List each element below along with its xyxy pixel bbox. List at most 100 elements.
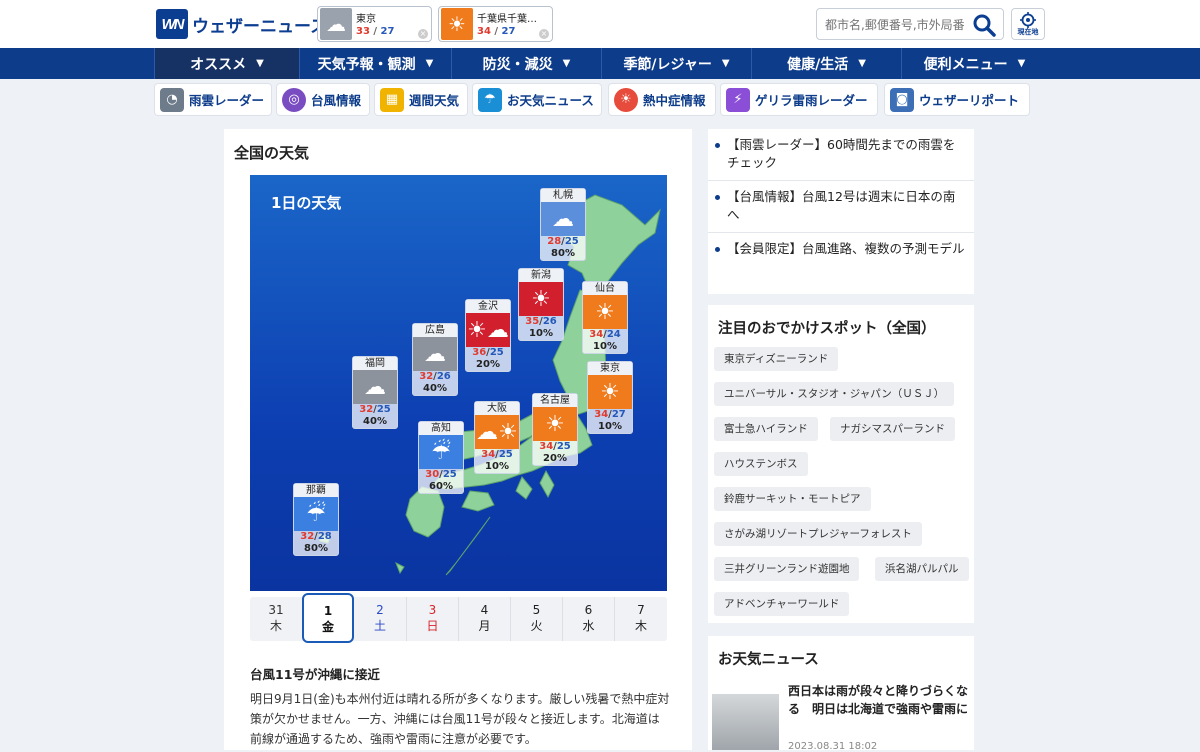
news-link[interactable]: 【台風情報】台風12号は週末に日本の南へ xyxy=(708,181,974,233)
city-naha[interactable]: 那覇 ☔ 32/28 80% xyxy=(293,483,339,556)
tool-weather-report[interactable]: ◙ ウェザーリポート xyxy=(884,83,1030,116)
day-tab[interactable]: 4月 xyxy=(458,597,510,641)
tool-rain-radar[interactable]: ◔ 雨雲レーダー xyxy=(154,83,272,116)
precip-prob: 80% xyxy=(304,543,328,554)
precip-prob: 10% xyxy=(529,328,553,339)
city-name: 大阪 xyxy=(475,402,519,415)
spot-tag[interactable]: 三井グリーンランド遊園地 xyxy=(714,557,860,581)
nav-label: 健康/生活 xyxy=(787,56,849,73)
tool-heatstroke[interactable]: ☀ 熱中症情報 xyxy=(608,83,716,116)
section-title: 全国の天気 xyxy=(234,144,310,162)
rain-radar-icon: ◔ xyxy=(160,87,184,112)
caret-down-icon: ▼ xyxy=(721,58,730,69)
day-tab-selected[interactable]: 1金 xyxy=(302,593,354,643)
spot-tag[interactable]: さがみ湖リゾートプレジャーフォレスト xyxy=(714,522,922,546)
city-sendai[interactable]: 仙台 ☀ 34/24 10% xyxy=(582,281,628,354)
weather-card-name: 東京 xyxy=(356,14,376,25)
sun-icon: ☀ xyxy=(441,8,473,40)
spot-tag[interactable]: アドベンチャーワールド xyxy=(714,592,850,616)
weather-card-tokyo[interactable]: ☁ 東京 33 / 27 × xyxy=(317,6,432,42)
nav-item-recommend[interactable]: オススメ ▼ xyxy=(154,48,299,79)
day-tab[interactable]: 7木 xyxy=(614,597,667,641)
caret-down-icon: ▼ xyxy=(858,58,866,69)
nav-item-disaster[interactable]: 防災・減災 ▼ xyxy=(451,48,601,79)
nav-label: オススメ xyxy=(190,56,247,73)
news-link-text: 【雨雲レーダー】60時間先までの雨雲をチェック xyxy=(727,137,956,170)
news-link[interactable]: 【雨雲レーダー】60時間先までの雨雲をチェック xyxy=(708,129,974,181)
current-location-label: 現在地 xyxy=(1017,28,1039,36)
city-name: 広島 xyxy=(413,324,457,337)
city-tokyo[interactable]: 東京 ☀ 34/27 10% xyxy=(587,361,633,434)
day-tab[interactable]: 5火 xyxy=(510,597,562,641)
tool-thunder[interactable]: ⚡ ゲリラ雷雨レーダー xyxy=(720,83,878,116)
sun-icon: ☀ xyxy=(583,295,627,329)
nav-label: 便利メニュー xyxy=(923,56,1008,73)
precip-prob: 20% xyxy=(476,359,500,370)
tool-news[interactable]: ☂ お天気ニュース xyxy=(472,83,602,116)
nav-item-health[interactable]: 健康/生活 ▼ xyxy=(751,48,901,79)
tool-shortcuts: ◔ 雨雲レーダー ◎ 台風情報 ▦ 週間天気 ☂ お天気ニュース ☀ 熱中症情報 ⚡ ゲリラ… xyxy=(0,79,1200,121)
outing-spots-panel: 注目のおでかけスポット（全国） 東京ディズニーランド ユニバーサル・スタジオ・ジ… xyxy=(708,305,974,623)
day-tab[interactable]: 3日 xyxy=(406,597,458,641)
caret-down-icon: ▼ xyxy=(425,58,434,69)
city-name: 東京 xyxy=(588,362,632,375)
precip-prob: 10% xyxy=(598,421,622,432)
national-weather-panel: 全国の天気 1日の天気 札幌 ☁ 28/25 80% 新潟 ☀ 35/26 10… xyxy=(224,129,692,750)
tool-label: 雨雲レーダー xyxy=(189,93,265,108)
nav-item-tools[interactable]: 便利メニュー ▼ xyxy=(901,48,1047,79)
spot-tag[interactable]: ユニバーサル・スタジオ・ジャパン（ＵＳＪ） xyxy=(714,382,955,406)
forecast-headline: 台風11号が沖縄に接近 xyxy=(250,667,380,682)
spots-title: 注目のおでかけスポット（全国） xyxy=(718,321,936,337)
city-fukuoka[interactable]: 福岡 ☁ 32/25 40% xyxy=(352,356,398,429)
search-input[interactable] xyxy=(825,15,970,35)
city-name: 高知 xyxy=(419,422,463,435)
precip-prob: 10% xyxy=(485,461,509,472)
remove-card-icon[interactable]: × xyxy=(418,29,428,39)
day-tab[interactable]: 6水 xyxy=(562,597,614,641)
nav-item-forecast[interactable]: 天気予報・観測 ▼ xyxy=(299,48,451,79)
spot-tag[interactable]: 鈴鹿サーキット・モートピア xyxy=(714,487,871,511)
nav-item-season[interactable]: 季節/レジャー ▼ xyxy=(601,48,751,79)
precip-prob: 40% xyxy=(363,416,387,427)
city-hiroshima[interactable]: 広島 ☁ 32/26 40% xyxy=(412,323,458,396)
spot-tag[interactable]: 東京ディズニーランド xyxy=(714,347,839,371)
day-tab[interactable]: 2土 xyxy=(354,597,406,641)
tool-typhoon[interactable]: ◎ 台風情報 xyxy=(276,83,370,116)
caret-down-icon: ▼ xyxy=(1017,58,1026,69)
city-name: 那覇 xyxy=(294,484,338,497)
main-nav: オススメ ▼ 天気予報・観測 ▼ 防災・減災 ▼ 季節/レジャー ▼ 健康/生活 ▼ 便利… xyxy=(0,48,1200,79)
day-selector: 31 木 1金 2土 3日 4月 5火 6水 7木 xyxy=(250,593,667,643)
city-kanazawa[interactable]: 金沢 ☀☁ 36/25 20% xyxy=(465,299,511,372)
remove-card-icon[interactable]: × xyxy=(539,29,549,39)
search-icon[interactable] xyxy=(971,12,997,38)
city-name: 札幌 xyxy=(541,189,585,202)
news-icon: ☂ xyxy=(478,87,502,112)
tool-label: 熱中症情報 xyxy=(643,93,706,108)
city-kochi[interactable]: 高知 ☔ 30/25 60% xyxy=(418,421,464,494)
news-link[interactable]: 【会員限定】台風進路、複数の予測モデル xyxy=(708,233,974,266)
sun-icon: ☀ xyxy=(519,282,563,316)
city-name: 新潟 xyxy=(519,269,563,282)
news-item-title[interactable]: 西日本は雨が段々と降りづらくなる 明日は北海道で強雨や雷雨に xyxy=(788,682,968,718)
city-nagoya[interactable]: 名古屋 ☀ 34/25 20% xyxy=(532,393,578,466)
tool-weekly[interactable]: ▦ 週間天気 xyxy=(374,83,468,116)
current-location-button[interactable]: 現在地 xyxy=(1011,8,1045,40)
calendar-icon: ▦ xyxy=(380,87,404,112)
spot-tag[interactable]: 浜名湖パルパル xyxy=(875,557,969,581)
spot-tag[interactable]: 富士急ハイランド xyxy=(714,417,818,441)
cloud-icon: ☁ xyxy=(353,370,397,404)
weather-news-title: お天気ニュース xyxy=(718,652,819,668)
day-tab[interactable]: 31 木 xyxy=(250,597,302,641)
precip-prob: 60% xyxy=(429,481,453,492)
cloud-sun-icon: ☁☀ xyxy=(475,415,519,449)
spot-tag[interactable]: ハウステンボス xyxy=(714,452,808,476)
weather-map[interactable]: 1日の天気 札幌 ☁ 28/25 80% 新潟 ☀ 35/26 10% 金沢 ☀… xyxy=(250,175,667,591)
spot-tag[interactable]: ナガシマスパーランド xyxy=(830,417,955,441)
weather-card-chiba[interactable]: ☀ 千葉県千葉… 34 / 27 × xyxy=(438,6,553,42)
city-sapporo[interactable]: 札幌 ☁ 28/25 80% xyxy=(540,188,586,261)
city-niigata[interactable]: 新潟 ☀ 35/26 10% xyxy=(518,268,564,341)
news-thumbnail[interactable] xyxy=(712,694,779,750)
logo[interactable]: WN ウェザーニュース xyxy=(156,9,327,39)
news-item-date: 2023.08.31 18:02 xyxy=(788,741,878,752)
city-osaka[interactable]: 大阪 ☁☀ 34/25 10% xyxy=(474,401,520,474)
